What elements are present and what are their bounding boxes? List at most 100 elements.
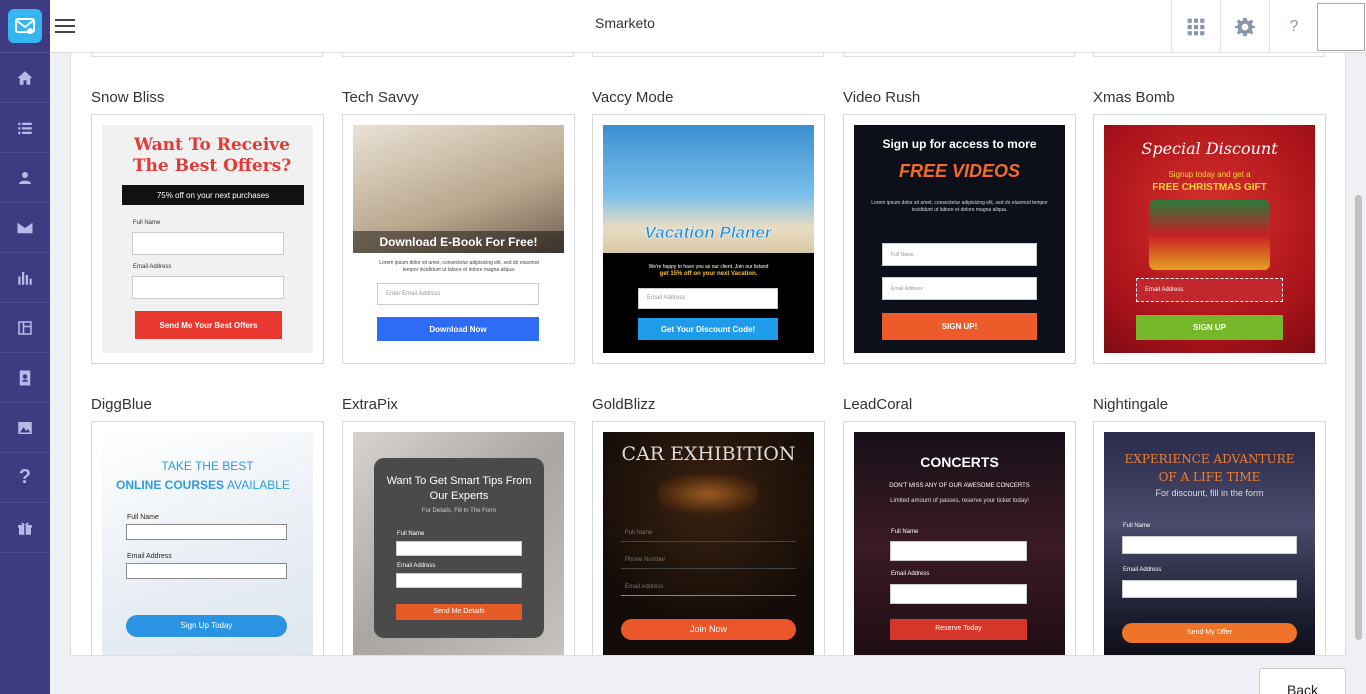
template-name: ExtraPix: [342, 396, 398, 413]
template-card-diggblue[interactable]: TAKE THE BEST ONLINE COURSES AVAILABLE F…: [91, 421, 324, 655]
template-card-partial[interactable]: [843, 53, 1075, 57]
preview-sub-highlight: FREE CHRISTMAS GIFT: [1152, 182, 1267, 193]
preview-headline: Want To Get Smart Tips From Our Experts: [386, 475, 532, 502]
preview-button: Download Now: [377, 317, 539, 341]
preview-sub: DON'T MISS ANY OF OUR AWESOME CONCERTS: [889, 483, 1030, 489]
app-title: Smarketo: [595, 15, 655, 31]
input-underline: [621, 541, 796, 542]
input-underline: [621, 595, 796, 596]
template-card-goldblizz[interactable]: CAR EXHIBITION Full Name Phone Number Em…: [592, 421, 825, 655]
car-illustration: [658, 474, 758, 514]
preview-input: Email Address: [1136, 278, 1283, 302]
template-card-xmas-bomb[interactable]: Special Discount Signup today and get a …: [1093, 114, 1326, 364]
image-icon[interactable]: [0, 403, 50, 453]
help-button[interactable]: ?: [1269, 0, 1318, 53]
preview-input: Email Address: [638, 288, 778, 309]
preview-headline: CONCERTS: [920, 454, 999, 470]
gift-icon[interactable]: [0, 503, 50, 553]
preview-field-label: Full Name: [127, 514, 159, 521]
vertical-scrollbar[interactable]: [1355, 195, 1362, 640]
preview-headline: CAR EXHIBITION: [621, 443, 796, 465]
preview-input: [890, 584, 1027, 604]
preview-headline-end: AVAILABLE: [227, 478, 290, 492]
preview-button: Send Me Details: [396, 604, 522, 620]
template-name: Snow Bliss: [91, 89, 165, 106]
help-icon[interactable]: ?: [0, 453, 50, 503]
preview-input: [132, 232, 284, 255]
preview-body: We're happy to have you as our client. J…: [648, 264, 769, 270]
back-button[interactable]: Back: [1259, 668, 1346, 694]
template-card-tech-savvy[interactable]: Download E-Book For Free! Lorem ipsum do…: [342, 114, 575, 364]
preview-input: Full Name: [882, 243, 1037, 266]
template-name: Video Rush: [843, 89, 921, 106]
contact-book-icon[interactable]: [0, 353, 50, 403]
mail-icon[interactable]: [0, 203, 50, 253]
chart-icon[interactable]: [0, 253, 50, 303]
preview-input: Enter Email Address: [377, 283, 539, 305]
top-header: Smarketo ?: [50, 0, 1366, 53]
sidebar: ?: [0, 0, 50, 694]
apps-grid-button[interactable]: [1171, 0, 1220, 53]
template-card-partial[interactable]: [91, 53, 323, 57]
preview-headline: TAKE THE BEST: [161, 459, 254, 473]
template-name: DiggBlue: [91, 396, 152, 413]
user-icon[interactable]: [0, 153, 50, 203]
settings-button[interactable]: [1220, 0, 1269, 53]
template-name: Nightingale: [1093, 396, 1169, 413]
template-name: Xmas Bomb: [1093, 89, 1175, 106]
layout-icon[interactable]: [0, 303, 50, 353]
preview-button: Send My Offer: [1122, 623, 1297, 643]
preview-button: Sign Up Today: [126, 615, 287, 637]
template-card-partial[interactable]: [592, 53, 824, 57]
template-card-leadcoral[interactable]: CONCERTS DON'T MISS ANY OF OUR AWESOME C…: [843, 421, 1076, 655]
preview-field-label: Email Address: [397, 563, 436, 569]
preview-field-label: Email Address: [133, 264, 172, 270]
preview-button: Get Your Discount Code!: [638, 318, 778, 340]
template-card-partial[interactable]: [342, 53, 574, 57]
preview-field-label: Full Name: [891, 529, 919, 535]
preview-input: [1122, 580, 1297, 598]
preview-headline-bold: ONLINE COURSES: [116, 478, 225, 492]
preview-input: [132, 276, 284, 299]
preview-field-label: Email Address: [1123, 567, 1162, 573]
preview-headline: Sign up for access to more: [882, 137, 1037, 151]
preview-field-label: Full Name: [625, 530, 653, 536]
user-avatar[interactable]: [1317, 3, 1365, 51]
preview-offer-bar: 75% off on your next purchases: [122, 185, 304, 205]
preview-body: Lorem ipsum dolor sit amet, consectetur …: [379, 260, 539, 273]
preview-input: [396, 573, 522, 588]
preview-sub: For discount, fill in the form: [1155, 488, 1264, 498]
preview-field-label: Email Address: [127, 553, 172, 560]
preview-button: Send Me Your Best Offers: [135, 311, 282, 339]
preview-field-label: Email Address: [625, 584, 664, 590]
list-icon[interactable]: [0, 103, 50, 153]
preview-field-label: Phone Number: [625, 557, 666, 563]
template-card-snow-bliss[interactable]: Want To Receive The Best Offers? 75% off…: [91, 114, 324, 364]
preview-button: Reserve Today: [890, 619, 1027, 640]
template-card-partial[interactable]: [1093, 53, 1325, 57]
template-preview: Special Discount Signup today and get a …: [1104, 125, 1315, 353]
preview-headline: Special Discount: [1141, 139, 1278, 158]
template-card-extrapix[interactable]: Want To Get Smart Tips From Our Experts …: [342, 421, 575, 655]
preview-headline: EXPERIENCE ADVANTURE OF A LIFE TIME: [1124, 452, 1295, 484]
template-preview: CONCERTS DON'T MISS ANY OF OUR AWESOME C…: [854, 432, 1065, 655]
template-name: GoldBlizz: [592, 396, 656, 413]
template-card-nightingale[interactable]: EXPERIENCE ADVANTURE OF A LIFE TIME For …: [1093, 421, 1326, 655]
home-icon[interactable]: [0, 53, 50, 103]
preview-input: [126, 563, 287, 579]
preview-sub-secondary: Limited amount of passes, reserve your t…: [890, 498, 1029, 504]
app-logo[interactable]: [0, 0, 50, 53]
preview-input: Email Address: [882, 277, 1037, 300]
template-card-vaccy-mode[interactable]: Vacation Planer We're happy to have you …: [592, 114, 825, 364]
template-card-video-rush[interactable]: Sign up for access to more FREE VIDEOS L…: [843, 114, 1076, 364]
preview-button: SIGN UP: [1136, 315, 1283, 340]
template-preview: Sign up for access to more FREE VIDEOS L…: [854, 125, 1065, 353]
preview-field-label: Full Name: [133, 220, 161, 226]
template-name: Tech Savvy: [342, 89, 419, 106]
logo-icon: [8, 9, 42, 43]
input-underline: [621, 568, 796, 569]
template-preview: Want To Receive The Best Offers? 75% off…: [102, 125, 313, 353]
preview-body: Lorem ipsum dolor sit amet, consectetur …: [871, 200, 1048, 213]
preview-field-label: Full Name: [397, 531, 425, 537]
help-label: ?: [1289, 17, 1299, 35]
